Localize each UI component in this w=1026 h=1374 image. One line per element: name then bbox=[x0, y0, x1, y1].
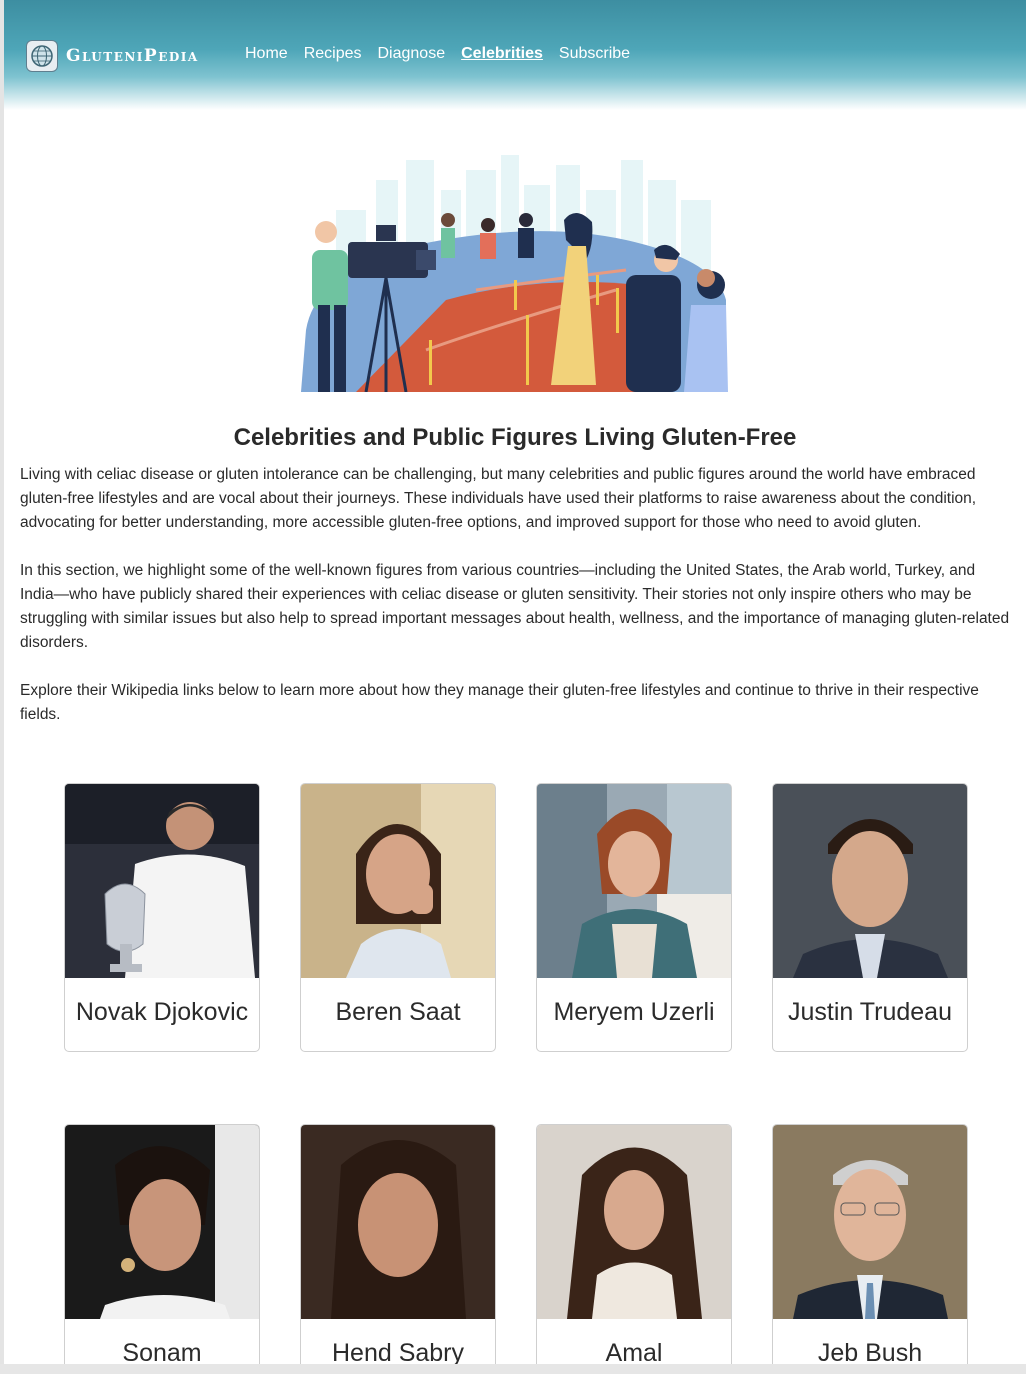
nav-subscribe[interactable]: Subscribe bbox=[559, 45, 630, 63]
celebrity-photo bbox=[537, 784, 731, 978]
celebrity-photo bbox=[65, 1125, 259, 1319]
celebrity-card-hend-sabry[interactable]: Hend Sabry bbox=[300, 1124, 496, 1364]
page-title: Celebrities and Public Figures Living Gl… bbox=[233, 424, 797, 451]
celebrity-name: Jeb Bush bbox=[817, 1339, 923, 1364]
red-carpet-illustration bbox=[301, 155, 728, 392]
intro-paragraph: Explore their Wikipedia links below to l… bbox=[20, 682, 979, 723]
celebrity-card-beren-saat[interactable]: Beren Saat bbox=[300, 783, 496, 1052]
celebrity-card-justin-trudeau[interactable]: Justin Trudeau bbox=[772, 783, 968, 1052]
nav-diagnose[interactable]: Diagnose bbox=[378, 45, 446, 63]
celebrity-card-amal[interactable]: Amal bbox=[536, 1124, 732, 1364]
celebrity-card-novak-djokovic[interactable]: Novak Djokovic bbox=[64, 783, 260, 1052]
celebrity-card-meryem-uzerli[interactable]: Meryem Uzerli bbox=[536, 783, 732, 1052]
nav-recipes[interactable]: Recipes bbox=[304, 45, 362, 63]
celebrity-photo bbox=[65, 784, 259, 978]
celebrity-photo bbox=[773, 1125, 967, 1319]
celebrity-name: Amal bbox=[605, 1339, 663, 1364]
top-navbar: GluteniPedia Home Recipes Diagnose Celeb… bbox=[4, 0, 1026, 110]
celebrity-name: Justin Trudeau bbox=[788, 998, 952, 1026]
intro-text: Living with celiac disease or gluten int… bbox=[20, 463, 1010, 751]
celebrity-name: Meryem Uzerli bbox=[553, 998, 715, 1026]
celebrity-name: Novak Djokovic bbox=[75, 998, 249, 1026]
brand-name: GluteniPedia bbox=[66, 46, 199, 66]
celebrity-photo bbox=[301, 1125, 495, 1319]
celebrity-photo bbox=[301, 784, 495, 978]
celebrity-photo bbox=[773, 784, 967, 978]
celebrity-name: Hend Sabry bbox=[331, 1339, 465, 1364]
intro-paragraph: Living with celiac disease or gluten int… bbox=[20, 466, 977, 531]
brand[interactable]: GluteniPedia bbox=[26, 40, 199, 72]
celebrity-card-sonam[interactable]: Sonam bbox=[64, 1124, 260, 1364]
celebrity-photo bbox=[537, 1125, 731, 1319]
intro-paragraph: In this section, we highlight some of th… bbox=[20, 562, 1010, 651]
celebrity-card-jeb-bush[interactable]: Jeb Bush bbox=[772, 1124, 968, 1364]
window-bottom-border bbox=[0, 1364, 1026, 1374]
celebrity-name: Beren Saat bbox=[335, 998, 461, 1026]
nav-celebrities[interactable]: Celebrities bbox=[461, 45, 543, 63]
page: GluteniPedia Home Recipes Diagnose Celeb… bbox=[4, 0, 1026, 1364]
celebrity-name: Sonam bbox=[122, 1339, 202, 1364]
main-nav: Home Recipes Diagnose Celebrities Subscr… bbox=[245, 45, 646, 63]
nav-home[interactable]: Home bbox=[245, 45, 288, 63]
globe-logo-icon bbox=[26, 40, 58, 72]
